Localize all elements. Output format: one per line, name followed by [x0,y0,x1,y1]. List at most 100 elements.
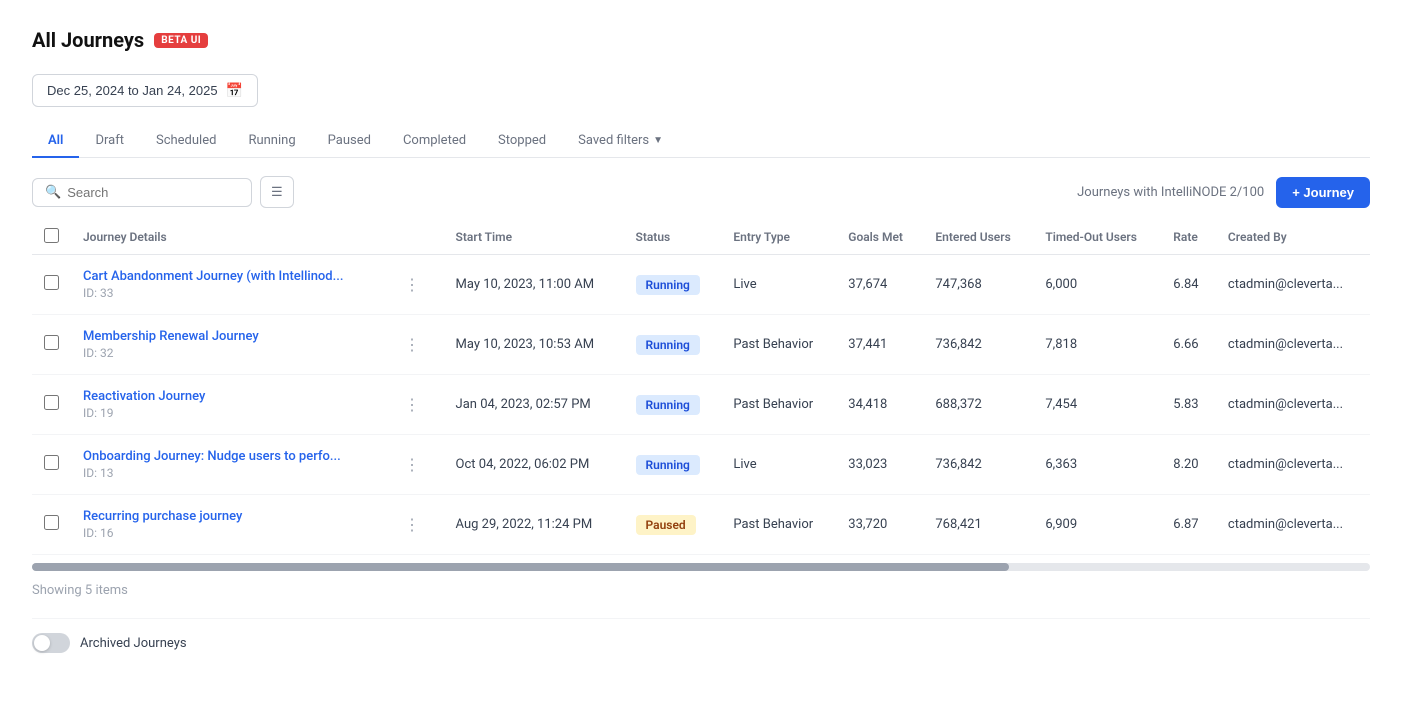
row-checkbox-1[interactable] [44,335,59,350]
row-menu-button[interactable]: ⋮ [398,453,426,477]
start-time-cell: Oct 04, 2022, 06:02 PM [444,435,624,495]
created-by-cell: ctadmin@cleverta... [1216,255,1370,315]
select-all-checkbox[interactable] [44,228,59,243]
created-by-cell: ctadmin@cleverta... [1216,375,1370,435]
status-badge: Running [636,455,700,475]
row-menu-button[interactable]: ⋮ [398,513,426,537]
archived-journeys-label: Archived Journeys [80,636,187,651]
horizontal-scrollbar-thumb[interactable] [32,563,1009,571]
journey-details-cell: Onboarding Journey: Nudge users to perfo… [71,435,386,495]
row-checkbox-0[interactable] [44,275,59,290]
col-header-status: Status [624,220,722,255]
timed-out-users-cell: 7,818 [1033,315,1161,375]
filter-icon: ☰ [271,184,283,200]
entry-type-cell: Live [721,435,836,495]
rate-cell: 6.87 [1161,495,1216,555]
start-time-cell: May 10, 2023, 11:00 AM [444,255,624,315]
start-time-cell: Jan 04, 2023, 02:57 PM [444,375,624,435]
rate-cell: 6.66 [1161,315,1216,375]
journey-id: ID: 16 [83,526,374,540]
journey-id: ID: 13 [83,466,374,480]
table-footer: Showing 5 items [32,583,1370,598]
row-menu-button[interactable]: ⋮ [398,333,426,357]
journey-details-cell: Reactivation Journey ID: 19 [71,375,386,435]
row-menu-cell[interactable]: ⋮ [386,255,444,315]
archived-journeys-toggle[interactable] [32,633,70,653]
row-menu-button[interactable]: ⋮ [398,273,426,297]
row-checkbox-cell[interactable] [32,255,71,315]
status-badge: Running [636,335,700,355]
add-journey-button[interactable]: + Journey [1276,177,1370,208]
timed-out-users-cell: 6,909 [1033,495,1161,555]
tab-draft[interactable]: Draft [79,125,140,158]
toolbar-left: 🔍 ☰ [32,176,294,208]
col-header-start-time: Start Time [444,220,624,255]
status-cell: Paused [624,495,722,555]
entered-users-cell: 747,368 [923,255,1033,315]
created-by-cell: ctadmin@cleverta... [1216,315,1370,375]
row-checkbox-cell[interactable] [32,435,71,495]
entry-type-cell: Live [721,255,836,315]
toolbar: 🔍 ☰ Journeys with IntelliNODE 2/100 + Jo… [32,176,1370,208]
tab-saved-filters[interactable]: Saved filters ▼ [562,125,679,158]
tab-all[interactable]: All [32,125,79,158]
page-title: All Journeys [32,28,144,52]
journeys-table: Journey Details Start Time Status Entry … [32,220,1370,555]
search-input[interactable] [67,185,239,200]
row-checkbox-cell[interactable] [32,375,71,435]
row-checkbox-4[interactable] [44,515,59,530]
journey-name-link[interactable]: Recurring purchase journey [83,509,374,524]
journeys-table-container: Journey Details Start Time Status Entry … [32,220,1370,555]
row-menu-cell[interactable]: ⋮ [386,375,444,435]
row-checkbox-2[interactable] [44,395,59,410]
search-box: 🔍 [32,178,252,207]
journey-name-link[interactable]: Membership Renewal Journey [83,329,374,344]
journey-name-link[interactable]: Cart Abandonment Journey (with Intellino… [83,269,374,284]
journey-details-cell: Cart Abandonment Journey (with Intellino… [71,255,386,315]
entry-type-cell: Past Behavior [721,375,836,435]
timed-out-users-cell: 6,000 [1033,255,1161,315]
journey-details-cell: Recurring purchase journey ID: 16 [71,495,386,555]
goals-met-cell: 34,418 [836,375,923,435]
journey-name-link[interactable]: Reactivation Journey [83,389,374,404]
row-menu-button[interactable]: ⋮ [398,393,426,417]
search-icon: 🔍 [45,185,61,200]
entered-users-cell: 688,372 [923,375,1033,435]
row-checkbox-3[interactable] [44,455,59,470]
horizontal-scrollbar-track[interactable] [32,563,1370,571]
tabs-row: All Draft Scheduled Running Paused Compl… [32,125,1370,158]
tab-running[interactable]: Running [232,125,311,158]
col-header-goals-met: Goals Met [836,220,923,255]
entry-type-cell: Past Behavior [721,315,836,375]
tab-scheduled[interactable]: Scheduled [140,125,232,158]
status-badge: Paused [636,515,696,535]
table-row: Membership Renewal Journey ID: 32 ⋮ May … [32,315,1370,375]
date-picker-button[interactable]: Dec 25, 2024 to Jan 24, 2025 📅 [32,74,258,107]
tab-completed[interactable]: Completed [387,125,482,158]
filter-button[interactable]: ☰ [260,176,294,208]
date-range-label: Dec 25, 2024 to Jan 24, 2025 [47,83,218,98]
entered-users-cell: 736,842 [923,435,1033,495]
row-menu-cell[interactable]: ⋮ [386,495,444,555]
status-badge: Running [636,275,700,295]
journey-name-link[interactable]: Onboarding Journey: Nudge users to perfo… [83,449,374,464]
start-time-cell: May 10, 2023, 10:53 AM [444,315,624,375]
toolbar-right: Journeys with IntelliNODE 2/100 + Journe… [1077,177,1370,208]
row-menu-cell[interactable]: ⋮ [386,435,444,495]
tab-stopped[interactable]: Stopped [482,125,562,158]
row-checkbox-cell[interactable] [32,315,71,375]
col-header-entered-users: Entered Users [923,220,1033,255]
row-menu-cell[interactable]: ⋮ [386,315,444,375]
tab-paused[interactable]: Paused [312,125,387,158]
col-header-entry-type: Entry Type [721,220,836,255]
goals-met-cell: 37,441 [836,315,923,375]
status-cell: Running [624,435,722,495]
start-time-cell: Aug 29, 2022, 11:24 PM [444,495,624,555]
calendar-icon: 📅 [226,82,243,99]
select-all-checkbox-header[interactable] [32,220,71,255]
date-picker-row: Dec 25, 2024 to Jan 24, 2025 📅 [32,74,1370,107]
timed-out-users-cell: 7,454 [1033,375,1161,435]
row-checkbox-cell[interactable] [32,495,71,555]
journey-id: ID: 33 [83,286,374,300]
created-by-cell: ctadmin@cleverta... [1216,495,1370,555]
